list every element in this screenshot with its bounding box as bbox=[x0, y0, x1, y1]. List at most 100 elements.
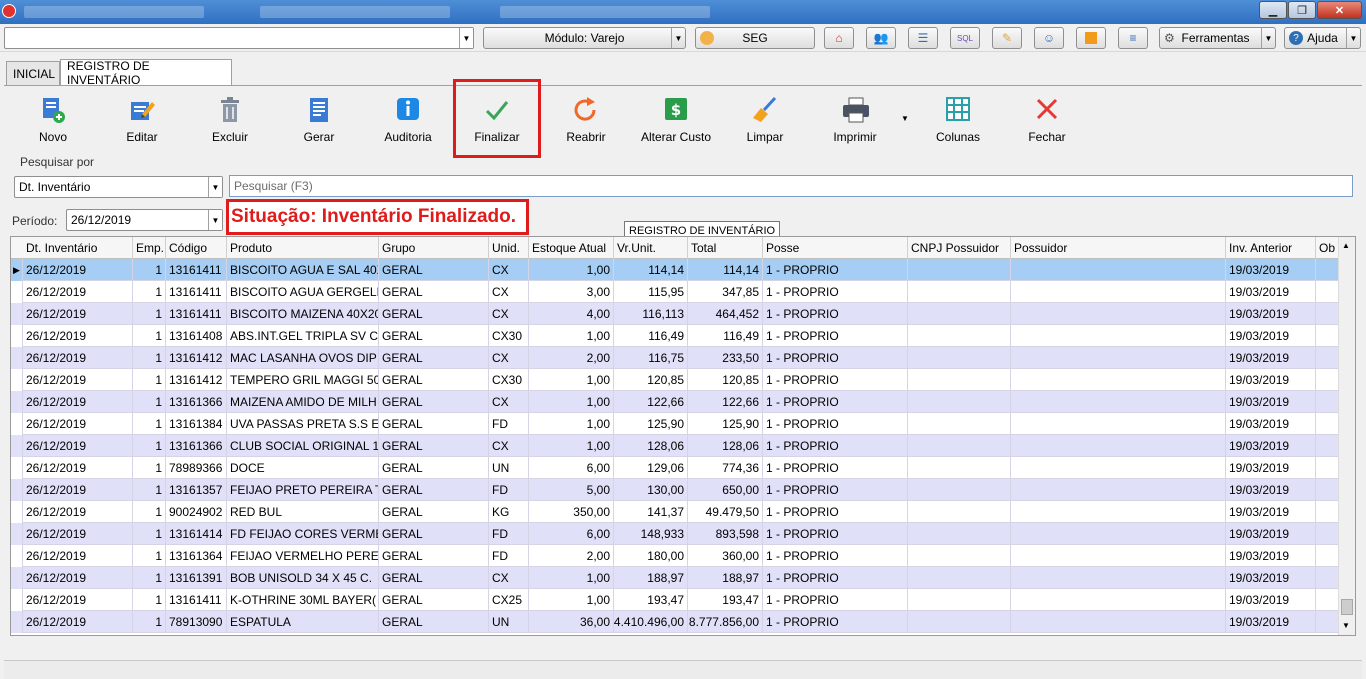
table-cell[interactable]: 128,06 bbox=[688, 435, 763, 457]
table-cell[interactable]: 1 bbox=[133, 259, 166, 281]
table-cell[interactable]: 49.479,50 bbox=[688, 501, 763, 523]
table-cell[interactable]: 13161411 bbox=[166, 589, 227, 611]
table-cell[interactable]: 1,00 bbox=[529, 567, 614, 589]
table-cell[interactable]: CX bbox=[489, 567, 529, 589]
table-cell[interactable]: 26/12/2019 bbox=[23, 281, 133, 303]
print-button[interactable]: Imprimir bbox=[815, 96, 895, 150]
table-cell[interactable]: 1 bbox=[133, 391, 166, 413]
table-cell[interactable]: 26/12/2019 bbox=[23, 391, 133, 413]
table-cell[interactable] bbox=[908, 589, 1011, 611]
tab-registro-inventario[interactable]: REGISTRO DE INVENTÁRIO bbox=[60, 59, 232, 87]
table-cell[interactable]: RED BUL bbox=[227, 501, 379, 523]
table-cell[interactable]: 1 bbox=[133, 589, 166, 611]
table-cell[interactable]: 1 bbox=[133, 523, 166, 545]
table-cell[interactable]: 19/03/2019 bbox=[1226, 457, 1316, 479]
table-cell[interactable]: 13161414 bbox=[166, 523, 227, 545]
table-cell[interactable]: 1 bbox=[133, 457, 166, 479]
table-cell[interactable] bbox=[1011, 435, 1226, 457]
table-cell[interactable]: 1 - PROPRIO bbox=[763, 413, 908, 435]
column-header[interactable]: Posse bbox=[763, 237, 908, 259]
table-cell[interactable]: GERAL bbox=[379, 479, 489, 501]
table-cell[interactable]: 1 - PROPRIO bbox=[763, 391, 908, 413]
table-cell[interactable]: K-OTHRINE 30ML BAYER( bbox=[227, 589, 379, 611]
table-cell[interactable]: 1,00 bbox=[529, 259, 614, 281]
table-cell[interactable]: FD bbox=[489, 545, 529, 567]
table-cell[interactable]: UN bbox=[489, 611, 529, 633]
table-cell[interactable]: 116,49 bbox=[688, 325, 763, 347]
table-row[interactable]: 26/12/2019 1 13161412 MAC LASANHA OVOS DIP G… bbox=[11, 347, 1339, 369]
print-dropdown-icon[interactable]: ▼ bbox=[901, 114, 909, 123]
table-cell[interactable]: 13161411 bbox=[166, 281, 227, 303]
table-cell[interactable] bbox=[1316, 545, 1339, 567]
table-cell[interactable]: GERAL bbox=[379, 325, 489, 347]
table-cell[interactable]: 13161411 bbox=[166, 259, 227, 281]
minimize-button[interactable]: ▁ bbox=[1259, 1, 1287, 19]
table-cell[interactable]: 6,00 bbox=[529, 457, 614, 479]
table-cell[interactable]: 4,00 bbox=[529, 303, 614, 325]
table-cell[interactable]: 893,598 bbox=[688, 523, 763, 545]
table-cell[interactable]: 19/03/2019 bbox=[1226, 303, 1316, 325]
table-row[interactable]: 26/12/2019 1 13161414 FD FEIJAO CORES VERME… bbox=[11, 523, 1339, 545]
table-cell[interactable]: GERAL bbox=[379, 545, 489, 567]
table-cell[interactable]: CX bbox=[489, 303, 529, 325]
column-header[interactable]: Emp. bbox=[133, 237, 166, 259]
table-cell[interactable]: 188,97 bbox=[614, 567, 688, 589]
table-cell[interactable]: 19/03/2019 bbox=[1226, 325, 1316, 347]
table-cell[interactable] bbox=[1011, 589, 1226, 611]
table-cell[interactable]: GERAL bbox=[379, 589, 489, 611]
table-cell[interactable]: 19/03/2019 bbox=[1226, 545, 1316, 567]
table-cell[interactable]: KG bbox=[489, 501, 529, 523]
table-cell[interactable]: GERAL bbox=[379, 567, 489, 589]
table-cell[interactable]: 1,00 bbox=[529, 589, 614, 611]
table-cell[interactable]: 1 - PROPRIO bbox=[763, 589, 908, 611]
table-cell[interactable] bbox=[1011, 347, 1226, 369]
table-cell[interactable]: 1 bbox=[133, 545, 166, 567]
table-cell[interactable]: 1 - PROPRIO bbox=[763, 611, 908, 633]
table-cell[interactable]: 90024902 bbox=[166, 501, 227, 523]
table-cell[interactable]: 1 - PROPRIO bbox=[763, 479, 908, 501]
search-field-select[interactable]: Dt. Inventário ▼ bbox=[14, 176, 223, 198]
column-header[interactable]: Total bbox=[688, 237, 763, 259]
column-header[interactable]: Vr.Unit. bbox=[614, 237, 688, 259]
table-cell[interactable]: GERAL bbox=[379, 435, 489, 457]
table-cell[interactable]: GERAL bbox=[379, 281, 489, 303]
table-cell[interactable] bbox=[1011, 457, 1226, 479]
table-cell[interactable] bbox=[908, 347, 1011, 369]
table-cell[interactable]: 4.410.496,00 bbox=[614, 611, 688, 633]
delete-button[interactable]: Excluir bbox=[190, 96, 270, 150]
table-cell[interactable]: 1 bbox=[133, 281, 166, 303]
table-cell[interactable] bbox=[1316, 457, 1339, 479]
table-cell[interactable] bbox=[908, 501, 1011, 523]
table-cell[interactable]: 13161357 bbox=[166, 479, 227, 501]
table-cell[interactable]: 26/12/2019 bbox=[23, 545, 133, 567]
table-cell[interactable] bbox=[1316, 369, 1339, 391]
table-cell[interactable]: ABS.INT.GEL TRIPLA SV CA bbox=[227, 325, 379, 347]
table-cell[interactable]: GERAL bbox=[379, 523, 489, 545]
table-cell[interactable]: 26/12/2019 bbox=[23, 523, 133, 545]
column-header[interactable]: Possuidor bbox=[1011, 237, 1226, 259]
table-cell[interactable]: 19/03/2019 bbox=[1226, 501, 1316, 523]
table-cell[interactable]: 26/12/2019 bbox=[23, 589, 133, 611]
table-cell[interactable] bbox=[1011, 325, 1226, 347]
generate-button[interactable]: Gerar bbox=[279, 96, 359, 150]
table-cell[interactable]: MAC LASANHA OVOS DIP bbox=[227, 347, 379, 369]
table-cell[interactable]: BOB UNISOLD 34 X 45 C. bbox=[227, 567, 379, 589]
list-button[interactable]: ≡ bbox=[1118, 27, 1148, 49]
table-cell[interactable]: 13161366 bbox=[166, 391, 227, 413]
table-cell[interactable]: 19/03/2019 bbox=[1226, 435, 1316, 457]
table-cell[interactable]: 1,00 bbox=[529, 391, 614, 413]
table-cell[interactable]: FEIJAO PRETO PEREIRA T bbox=[227, 479, 379, 501]
table-cell[interactable]: 19/03/2019 bbox=[1226, 611, 1316, 633]
table-cell[interactable]: UVA PASSAS PRETA S.S E bbox=[227, 413, 379, 435]
table-cell[interactable]: BISCOITO AGUA GERGELIM bbox=[227, 281, 379, 303]
bookmark-button[interactable] bbox=[1076, 27, 1106, 49]
table-row[interactable]: 26/12/2019 1 13161411 BISCOITO AGUA GERGELI… bbox=[11, 281, 1339, 303]
close-window-button[interactable]: ✕ bbox=[1317, 1, 1362, 19]
table-cell[interactable]: 1 - PROPRIO bbox=[763, 325, 908, 347]
table-cell[interactable]: 26/12/2019 bbox=[23, 369, 133, 391]
table-cell[interactable]: 78913090 bbox=[166, 611, 227, 633]
table-cell[interactable] bbox=[908, 479, 1011, 501]
scrollbar-thumb[interactable] bbox=[1341, 599, 1353, 615]
table-cell[interactable] bbox=[908, 435, 1011, 457]
table-cell[interactable] bbox=[1011, 501, 1226, 523]
